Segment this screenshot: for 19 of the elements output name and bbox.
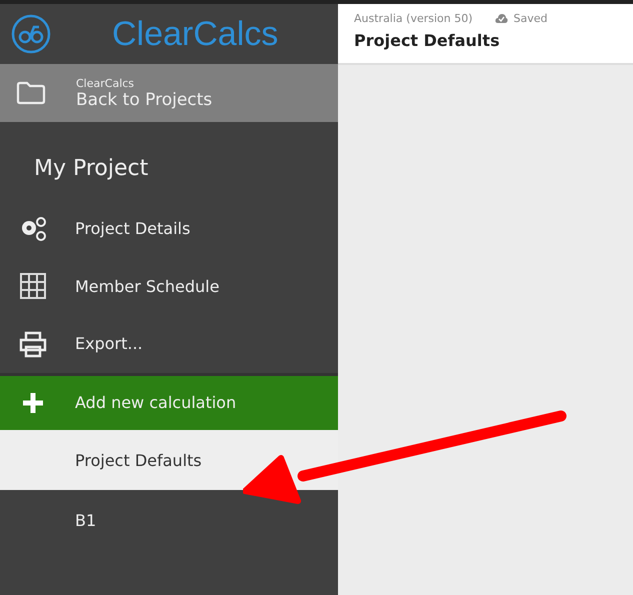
menu-item[interactable]: Export... bbox=[0, 315, 338, 372]
brand-name: ClearCalcs bbox=[112, 14, 278, 54]
region-version: Australia (version 50) bbox=[354, 12, 473, 25]
project-title: My Project bbox=[33, 155, 150, 183]
back-label: Back to Projects bbox=[76, 90, 212, 110]
save-status: Saved bbox=[514, 12, 548, 25]
add-calculation-button[interactable]: Add new calculation bbox=[0, 372, 338, 430]
menu-item[interactable]: Member Schedule bbox=[0, 258, 338, 315]
logo-icon bbox=[10, 13, 52, 55]
grid-icon bbox=[18, 272, 46, 300]
back-caption: ClearCalcs bbox=[76, 76, 136, 90]
printer-icon bbox=[18, 330, 48, 358]
calculation-item[interactable]: B1 bbox=[0, 490, 338, 550]
menu-item[interactable]: Project Details bbox=[0, 200, 338, 258]
cloud-check-icon bbox=[494, 13, 508, 24]
folder-icon bbox=[16, 81, 46, 105]
calculation-item[interactable]: Project Defaults bbox=[0, 430, 338, 490]
plus-icon bbox=[20, 390, 44, 415]
page-title: Project Defaults bbox=[354, 31, 501, 50]
